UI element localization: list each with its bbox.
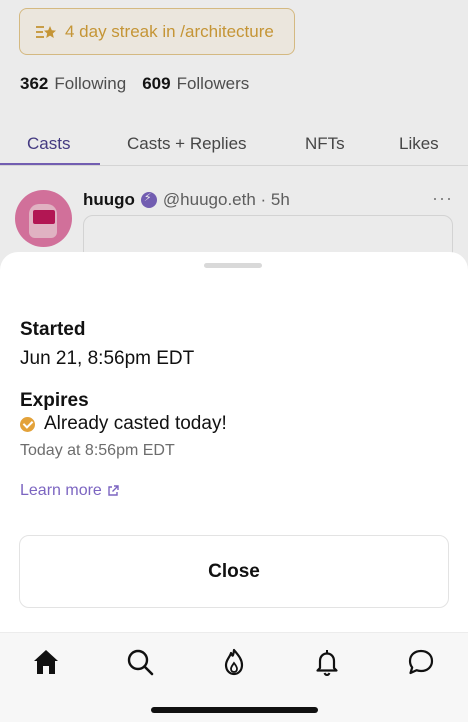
bottom-nav	[0, 632, 468, 722]
started-label: Started	[20, 319, 86, 340]
expires-time: Today at 8:56pm EDT	[20, 442, 175, 459]
bell-icon[interactable]	[312, 647, 342, 677]
check-circle-icon	[20, 416, 35, 432]
learn-more-label: Learn more	[20, 482, 102, 499]
external-link-icon	[108, 485, 119, 496]
search-icon[interactable]	[125, 647, 155, 677]
expires-label: Expires	[20, 390, 89, 411]
casted-text: Already casted today!	[44, 413, 227, 434]
flame-icon[interactable]	[219, 647, 249, 677]
streak-sheet: Started Jun 21, 8:56pm EDT Expires Alrea…	[0, 252, 468, 632]
close-button[interactable]: Close	[19, 535, 449, 608]
started-date: Jun 21, 8:56pm EDT	[20, 348, 195, 369]
learn-more-link[interactable]: Learn more	[20, 482, 119, 500]
home-indicator	[151, 707, 318, 713]
chat-icon[interactable]	[406, 647, 436, 677]
sheet-grabber[interactable]	[204, 263, 262, 268]
casted-status: Already casted today!	[20, 413, 227, 435]
home-icon[interactable]	[31, 647, 61, 677]
